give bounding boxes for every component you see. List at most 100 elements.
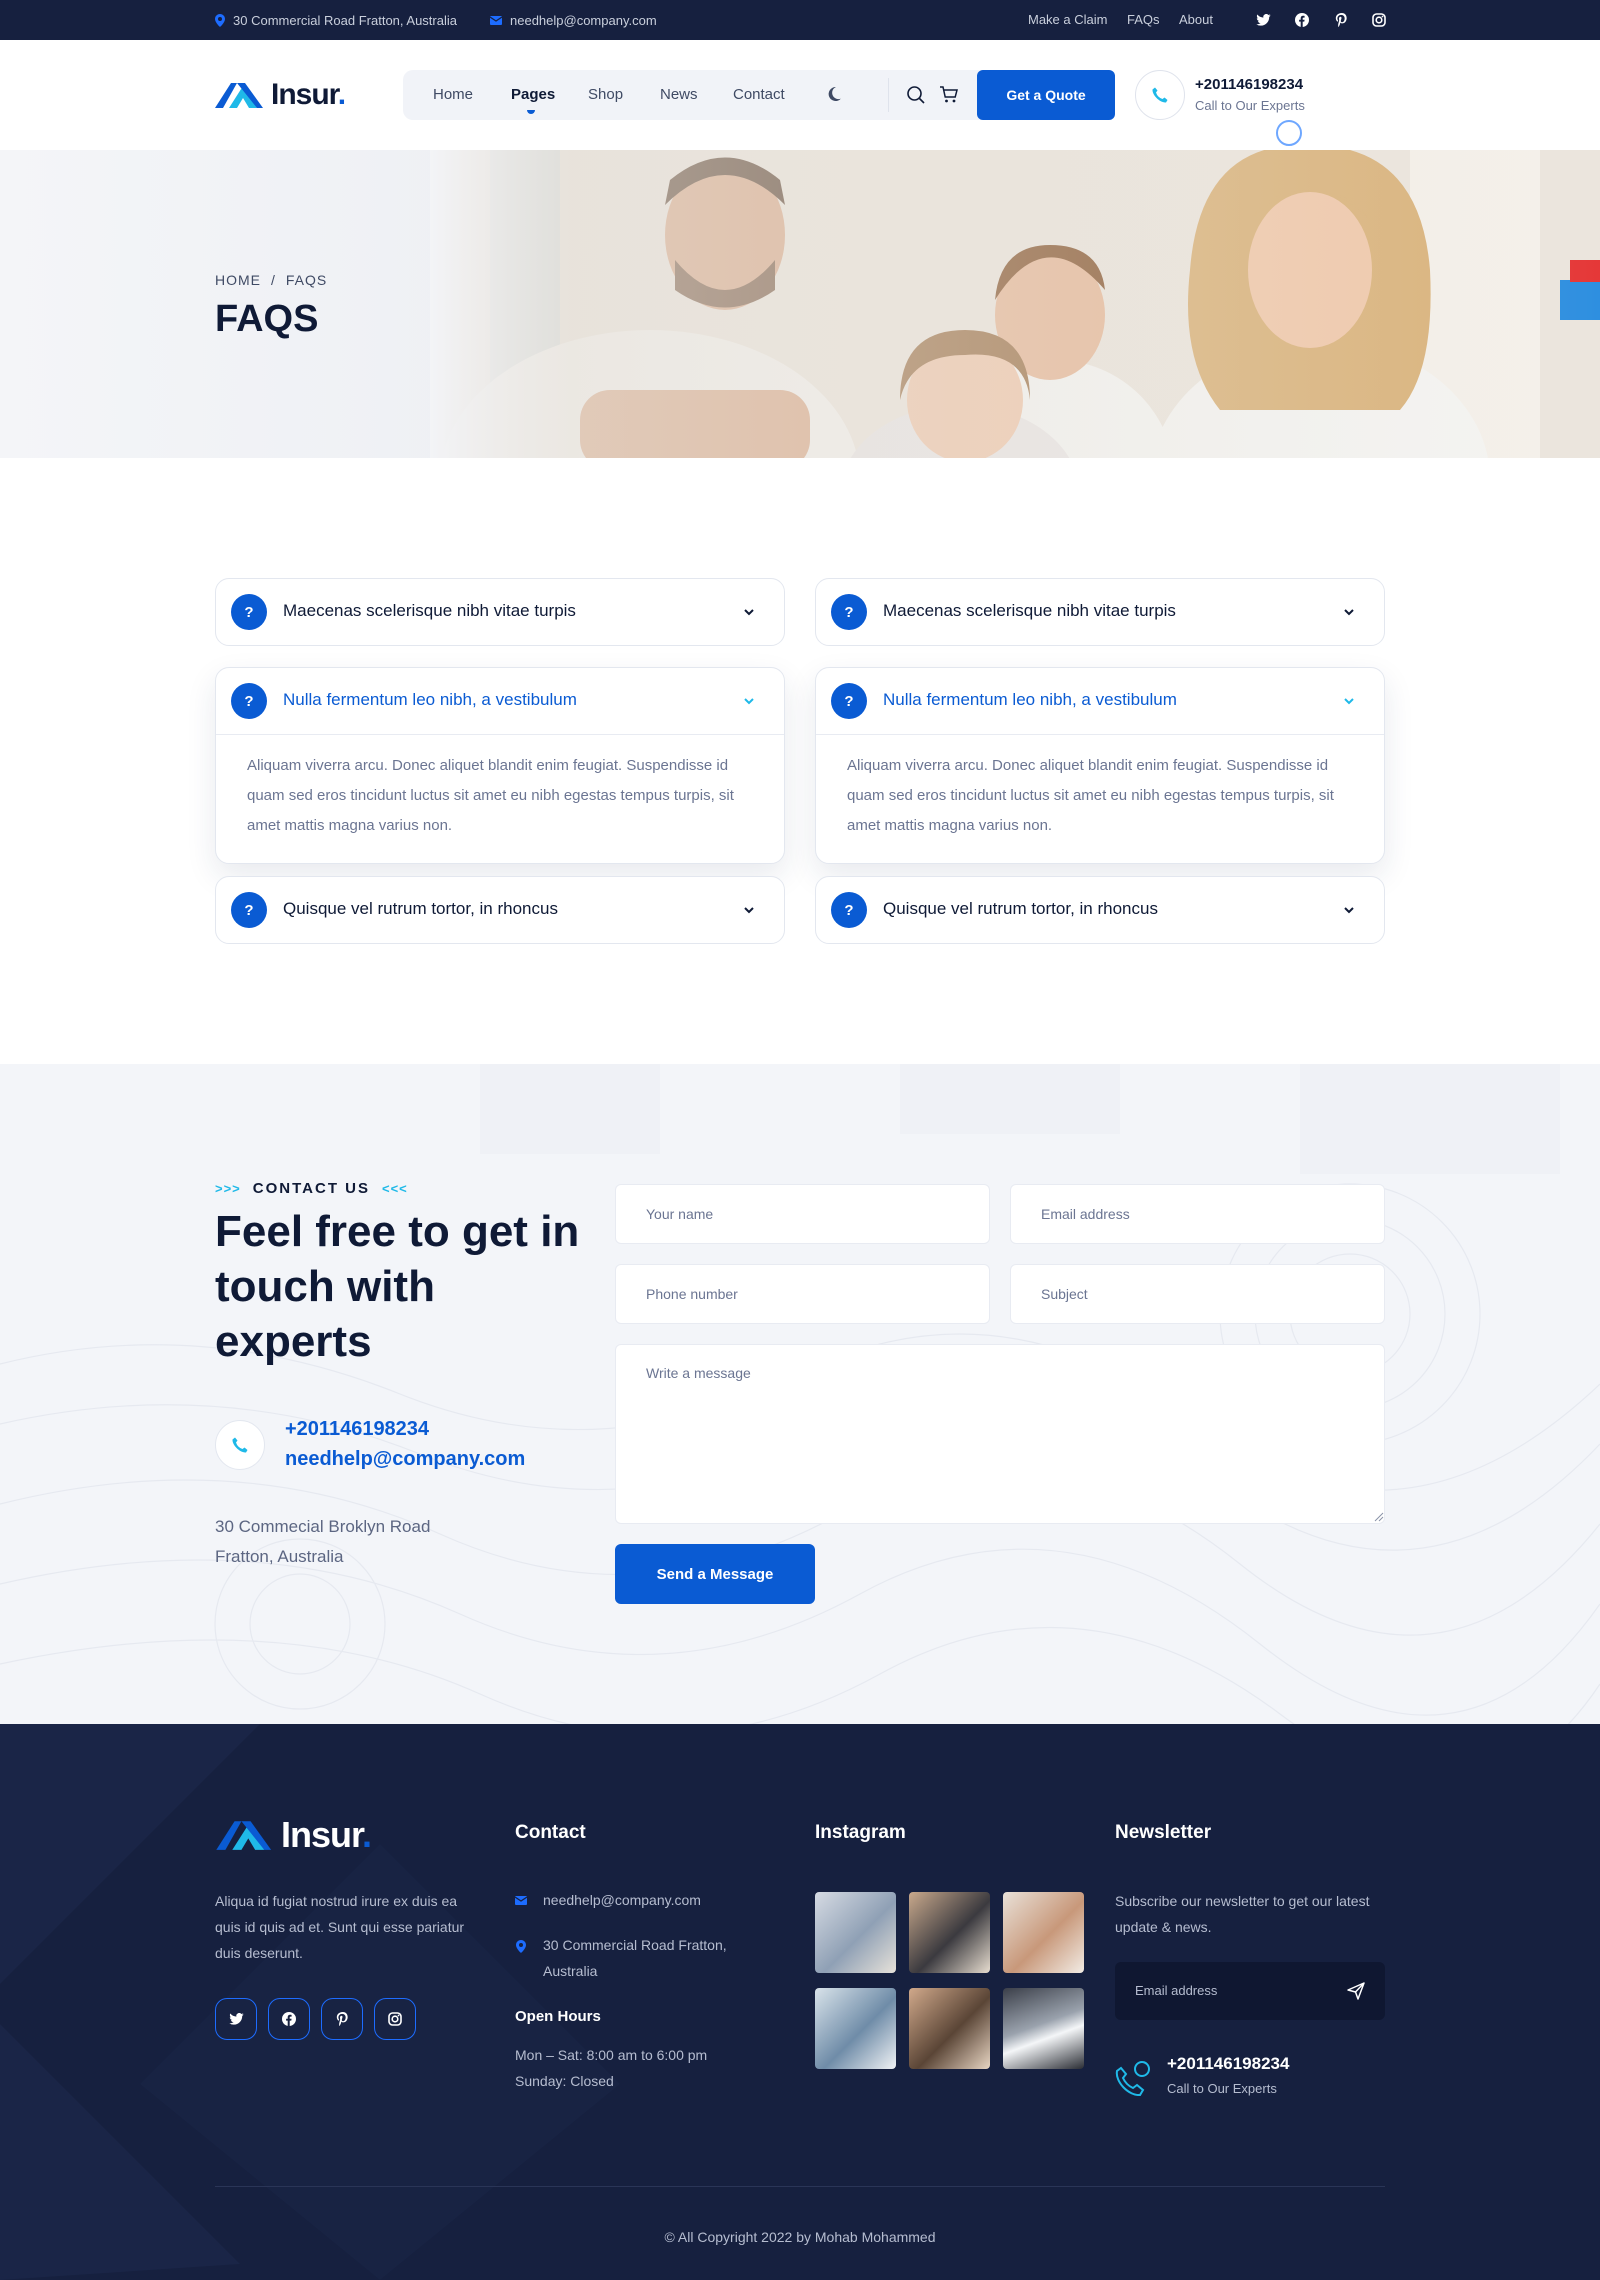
topbar-address-text: 30 Commercial Road Fratton, Australia <box>233 12 457 28</box>
faq-item[interactable]: ? Quisque vel rutrum tortor, in rhoncus <box>215 876 785 944</box>
chevron-down-icon <box>1344 698 1354 705</box>
logo-mark-icon <box>215 83 263 108</box>
footer-phone-caption: Call to Our Experts <box>1167 2081 1277 2096</box>
send-icon[interactable] <box>1347 1982 1365 2000</box>
question-icon: ? <box>831 892 867 928</box>
mail-icon <box>490 15 502 25</box>
faq-item[interactable]: ? Maecenas scelerisque nibh vitae turpis <box>815 578 1385 646</box>
footer-divider <box>215 2186 1385 2187</box>
cursor-indicator <box>1276 120 1302 146</box>
topbar-address: 30 Commercial Road Fratton, Australia <box>215 0 457 40</box>
contact-heading: Feel free to get in touch with experts <box>215 1207 580 1366</box>
name-input[interactable]: Your name <box>615 1184 990 1244</box>
nav-home[interactable]: Home <box>433 86 473 103</box>
pinterest-icon[interactable] <box>1332 11 1350 29</box>
instagram-thumbnail[interactable] <box>1003 1988 1084 2069</box>
footer-facebook[interactable] <box>268 1998 310 2040</box>
breadcrumb-current: FAQS <box>285 272 328 288</box>
nav-divider <box>888 78 889 112</box>
subject-input[interactable]: Subject <box>1010 1264 1385 1324</box>
email-input[interactable]: Email address <box>1010 1184 1385 1244</box>
header-phone[interactable]: +201146198234 <box>1195 76 1303 93</box>
page-title: FAQS <box>215 298 319 340</box>
phone-icon <box>232 1437 248 1453</box>
message-textarea[interactable]: Write a message <box>615 1344 1385 1524</box>
top-bar: 30 Commercial Road Fratton, Australia ne… <box>0 0 1600 40</box>
instagram-thumbnail[interactable] <box>815 1988 896 2069</box>
faq-answer: Aliquam viverra arcu. Donec aliquet blan… <box>816 734 1384 863</box>
about-link[interactable]: About <box>1179 12 1213 27</box>
twitter-icon[interactable] <box>1254 11 1272 29</box>
call-button[interactable] <box>1135 70 1185 120</box>
faq-header[interactable]: ? Maecenas scelerisque nibh vitae turpis <box>816 579 1384 645</box>
footer-email[interactable]: needhelp@company.com <box>543 1887 701 1913</box>
footer-instagram-title: Instagram <box>815 1822 906 1843</box>
eyebrow-text: CONTACT US <box>252 1180 370 1197</box>
instagram-thumbnail[interactable] <box>815 1892 896 1973</box>
get-a-quote-button[interactable]: Get a Quote <box>977 70 1115 120</box>
faq-item-open[interactable]: ? Nulla fermentum leo nibh, a vestibulum… <box>215 667 785 864</box>
faq-item[interactable]: ? Quisque vel rutrum tortor, in rhoncus <box>815 876 1385 944</box>
faq-item-open[interactable]: ? Nulla fermentum leo nibh, a vestibulum… <box>815 667 1385 864</box>
nav-pages[interactable]: Pages <box>511 86 555 103</box>
footer-about: Aliqua id fugiat nostrud irure ex duis e… <box>215 1893 465 1961</box>
instagram-thumbnail[interactable] <box>909 1988 990 2069</box>
instagram-icon <box>388 2012 402 2026</box>
question-icon: ? <box>231 594 267 630</box>
twitter-icon <box>228 2013 244 2025</box>
logo-mark-icon <box>216 1821 272 1850</box>
footer-instagram[interactable] <box>374 1998 416 2040</box>
faq-answer: Aliquam viverra arcu. Donec aliquet blan… <box>216 734 784 863</box>
pinterest-icon <box>336 2012 348 2026</box>
instagram-icon[interactable] <box>1370 11 1388 29</box>
phone-input[interactable]: Phone number <box>615 1264 990 1324</box>
footer-pinterest[interactable] <box>321 1998 363 2040</box>
contact-section: >>> CONTACT US <<< Feel free to get in t… <box>0 1064 1600 1724</box>
contact-email[interactable]: needhelp@company.com <box>285 1448 525 1471</box>
nav-news[interactable]: News <box>660 86 698 103</box>
breadcrumb-home[interactable]: HOME <box>215 272 261 288</box>
search-icon <box>907 86 925 104</box>
resize-handle-icon[interactable] <box>1374 1512 1384 1522</box>
dark-mode-toggle[interactable] <box>826 86 842 107</box>
instagram-thumbnail[interactable] <box>1003 1892 1084 1973</box>
nav-contact[interactable]: Contact <box>733 86 785 103</box>
facebook-icon[interactable] <box>1293 11 1311 29</box>
newsletter-email-input[interactable]: Email address <box>1115 1962 1385 2020</box>
instagram-thumbnail[interactable] <box>909 1892 990 1973</box>
facebook-icon <box>282 2012 296 2026</box>
cart-icon <box>940 86 958 103</box>
topbar-email[interactable]: needhelp@company.com <box>490 0 657 40</box>
location-pin-icon <box>215 13 225 27</box>
nav-shop[interactable]: Shop <box>588 86 623 103</box>
footer-twitter[interactable] <box>215 1998 257 2040</box>
site-header: Insur. Home Pages Shop News Contact Get … <box>0 40 1600 150</box>
location-pin-icon <box>516 1940 526 1953</box>
faqs-link[interactable]: FAQs <box>1127 12 1160 27</box>
faq-item[interactable]: ? Maecenas scelerisque nibh vitae turpis <box>215 578 785 646</box>
address-line: Fratton, Australia <box>215 1547 344 1566</box>
faq-question: Quisque vel rutrum tortor, in rhoncus <box>883 899 1158 918</box>
faq-header[interactable]: ? Maecenas scelerisque nibh vitae turpis <box>216 579 784 645</box>
breadcrumb-separator: / <box>271 272 276 288</box>
search-button[interactable] <box>906 85 926 110</box>
faq-header[interactable]: ? Quisque vel rutrum tortor, in rhoncus <box>216 877 784 943</box>
footer-logo[interactable]: Insur. <box>215 1814 372 1856</box>
cart-button[interactable] <box>939 85 959 110</box>
faq-header[interactable]: ? Nulla fermentum leo nibh, a vestibulum <box>816 668 1384 734</box>
faq-header[interactable]: ? Quisque vel rutrum tortor, in rhoncus <box>816 877 1384 943</box>
hours-sunday: Sunday: Closed <box>515 2073 614 2089</box>
make-a-claim-link[interactable]: Make a Claim <box>1028 12 1107 27</box>
eyebrow-arrows-left: >>> <box>215 1181 241 1196</box>
faq-question: Quisque vel rutrum tortor, in rhoncus <box>283 899 558 918</box>
footer-phone[interactable]: +201146198234 <box>1167 2054 1289 2074</box>
nav-active-indicator <box>527 110 535 114</box>
contact-phone-circle[interactable] <box>215 1420 265 1470</box>
faq-header[interactable]: ? Nulla fermentum leo nibh, a vestibulum <box>216 668 784 734</box>
eyebrow-arrows-right: <<< <box>382 1181 408 1196</box>
site-logo[interactable]: Insur. <box>215 78 346 112</box>
send-message-button[interactable]: Send a Message <box>615 1544 815 1604</box>
contact-eyebrow: >>> CONTACT US <<< <box>215 1180 408 1197</box>
chevron-down-icon <box>744 907 754 914</box>
contact-phone[interactable]: +201146198234 <box>285 1418 429 1441</box>
